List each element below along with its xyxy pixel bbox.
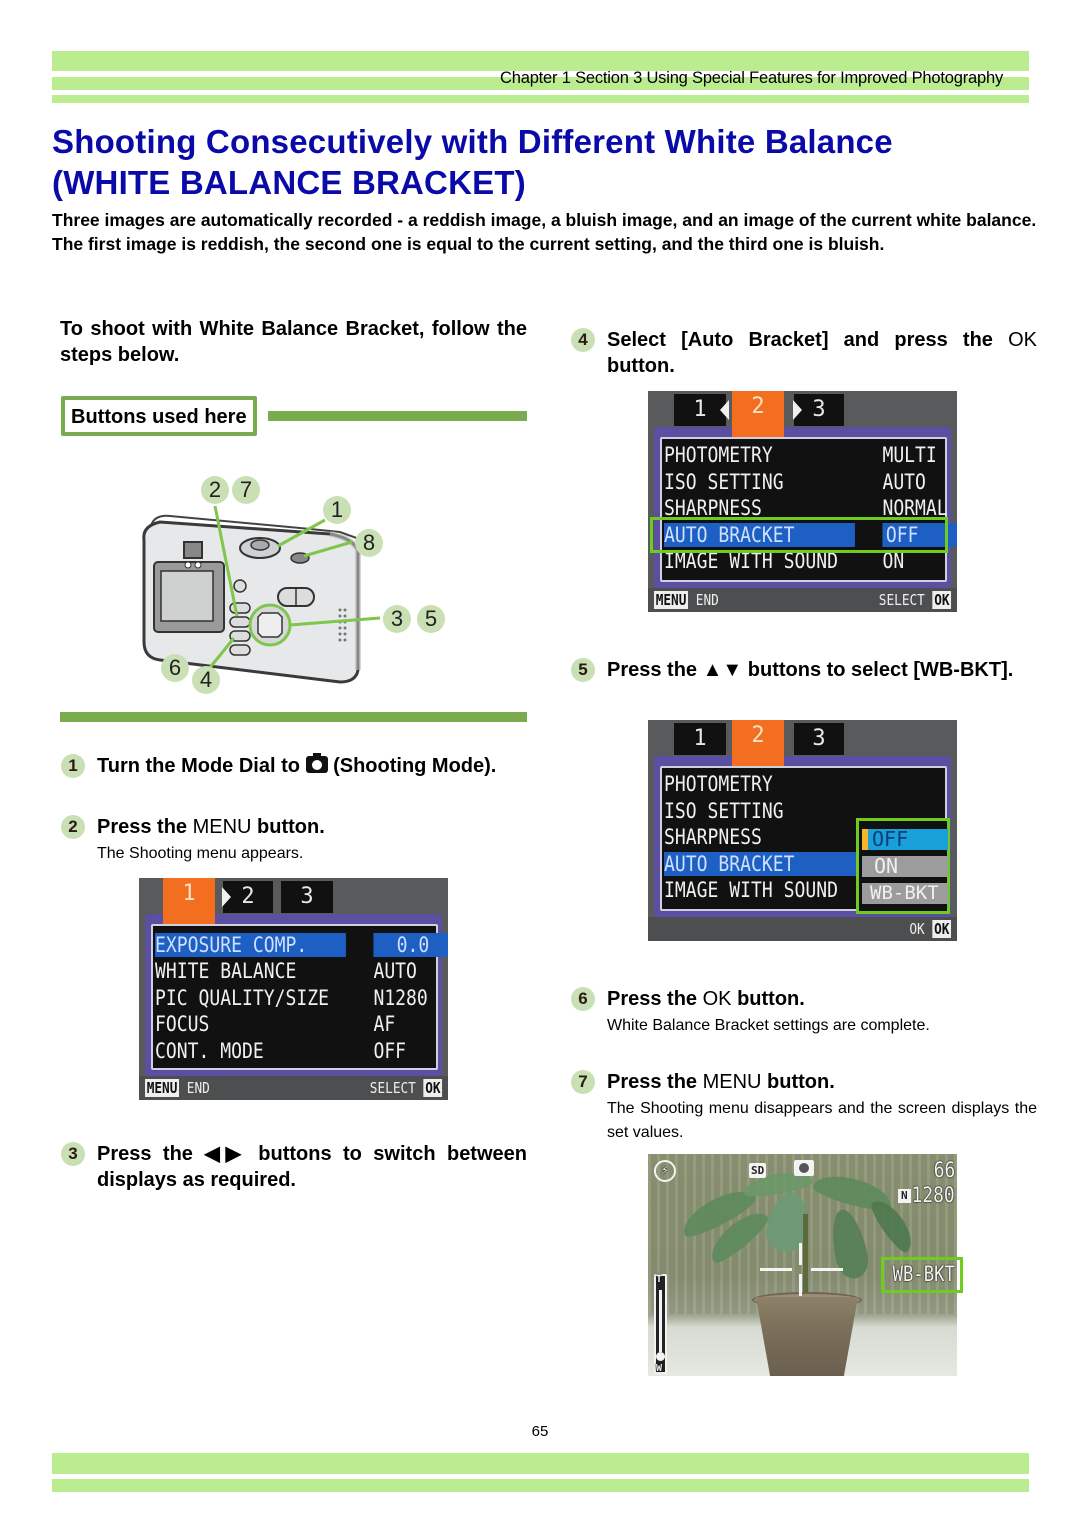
intro-paragraph-1: Three images are automatically recorded … [52,210,1037,230]
lcd-footer: OK OK [648,917,957,941]
step-number: 6 [571,987,595,1011]
quality-badge: N [898,1189,911,1203]
left-right-arrows-icon: ◀▶ [204,1143,247,1165]
chapter-heading: Chapter 1 Section 3 Using Special Featur… [500,69,1003,87]
lcd-footer: MENU END SELECT OK [139,1076,448,1100]
section-rule [60,712,527,722]
menu-key: MENU [654,591,689,609]
option-off[interactable]: OFF [862,829,948,850]
step-6: 6 Press the OK button. White Balance Bra… [571,986,1037,1038]
intro: Three images are automatically recorded … [52,208,1042,256]
right-arrow-icon [222,887,231,907]
callout-3: 3 [383,605,411,633]
ok-key: OK [423,1079,442,1097]
zoom-tele-label: T [656,1274,663,1285]
menu-tab-1: 1 [163,878,215,924]
step-number: 4 [571,328,595,352]
lcd-menu-screen-1: 1 2 3 EXPOSURE COMP. 0.0 WHITE BALANCE AUT… [139,878,448,1100]
shots-remaining: 66 [933,1158,955,1182]
camera-mode-icon [794,1160,814,1176]
step-2: 2 Press the MENU button. The Shooting me… [61,814,531,866]
left-arrow-icon [720,400,729,420]
step-3: 3 Press the ◀▶ buttons to switch between… [61,1141,527,1193]
step-1: 1 Turn the Mode Dial to (Shooting Mode). [61,753,531,779]
lcd-menu-screen-3: 1 2 3 PHOTOMETRY ISO SETTING SHARPNESS A… [648,720,957,941]
buttons-used-rule [268,411,527,421]
step-number: 3 [61,1142,85,1166]
header-band-1 [52,51,1029,71]
right-arrow-icon [793,400,802,420]
menu-key-label: MENU [702,1071,762,1093]
menu-key: MENU [145,1079,180,1097]
menu-row[interactable]: PIC QUALITY/SIZE N1280 [155,986,428,1010]
step-2-note: The Shooting menu appears. [97,845,304,862]
option-on[interactable]: ON [862,856,948,877]
menu-tab-1: 1 [674,394,726,426]
up-down-arrows-icon: ▲▼ [702,659,743,681]
ok-key-label: OK [1008,329,1037,351]
footer-band-1 [52,1453,1029,1474]
callout-8: 8 [355,529,383,557]
options-highlight-box: OFF ON WB-BKT [856,818,950,914]
page-title-line2: (WHITE BALANCE BRACKET) [52,164,526,201]
step-number: 2 [61,815,85,839]
sd-card-icon: SD [749,1163,767,1178]
lead-text: To shoot with White Balance Bracket, fol… [60,318,527,366]
lcd-menu-screen-2: 1 2 3 PHOTOMETRY MULTI ISO SETTING AUTO SH… [648,391,957,612]
camera-illustration: 2 7 1 8 3 5 6 4 [130,470,460,700]
menu-tab-2: 2 [732,720,784,766]
menu-row[interactable]: ISO SETTING AUTO [664,470,926,494]
callout-4: 4 [192,666,220,694]
menu-row[interactable]: CONT. MODE OFF [155,1039,406,1063]
menu-row[interactable]: PHOTOMETRY MULTI [664,443,937,467]
focus-crosshair [760,1268,792,1271]
page-title: Shooting Consecutively with Different Wh… [52,121,1042,203]
menu-tab-1: 1 [674,723,726,755]
intro-paragraph-2: The first image is reddish, the second o… [52,234,885,254]
callout-5: 5 [417,605,445,633]
highlight-box [650,517,948,553]
step-number: 1 [61,754,85,778]
menu-row[interactable]: EXPOSURE COMP. 0.0 [155,933,448,957]
callout-1: 1 [323,496,351,524]
menu-row[interactable]: WHITE BALANCE AUTO [155,959,417,983]
menu-key-label: MENU [192,816,252,838]
ok-key: OK [932,591,951,609]
callout-6: 6 [161,654,189,682]
menu-tab-3: 3 [281,881,333,913]
ok-key-label: OK [702,988,732,1010]
menu-row[interactable]: FOCUS AF [155,1012,395,1036]
footer-band-2 [52,1479,1029,1492]
option-wb-bkt[interactable]: WB-BKT [862,883,948,904]
page-title-line1: Shooting Consecutively with Different Wh… [52,123,893,160]
step-4: 4 Select [Auto Bracket] and press the OK… [571,327,1037,379]
step-5: 5 Press the ▲▼ buttons to select [WB-BKT… [571,657,1037,683]
step-number: 5 [571,658,595,682]
camera-icon [305,753,328,773]
menu-row[interactable]: PHOTOMETRY [664,772,904,796]
lcd-footer: MENU END SELECT OK [648,588,957,612]
wb-bracket-highlight-box [881,1257,963,1293]
callout-7: 7 [232,476,260,504]
step-number: 7 [571,1070,595,1094]
buttons-used-label: Buttons used here [61,396,257,436]
callout-2: 2 [201,476,229,504]
header-band-3 [52,95,1029,103]
step-7: 7 Press the MENU button. The Shooting me… [571,1069,1037,1145]
zoom-wide-label: W [656,1363,663,1374]
zoom-position-indicator [656,1352,665,1361]
page-number: 65 [531,1423,549,1440]
flash-auto-icon: ⚡ [654,1160,676,1182]
zoom-bar: T W [654,1274,667,1374]
image-size: 1280 [912,1183,955,1207]
step-6-note: White Balance Bracket settings are compl… [607,1017,930,1034]
menu-tab-2: 2 [732,391,784,437]
menu-tab-3: 3 [794,723,844,755]
step-7-note: The Shooting menu disappears and the scr… [607,1100,1037,1141]
ok-key: OK [932,920,951,938]
camera-viewfinder [183,541,203,559]
